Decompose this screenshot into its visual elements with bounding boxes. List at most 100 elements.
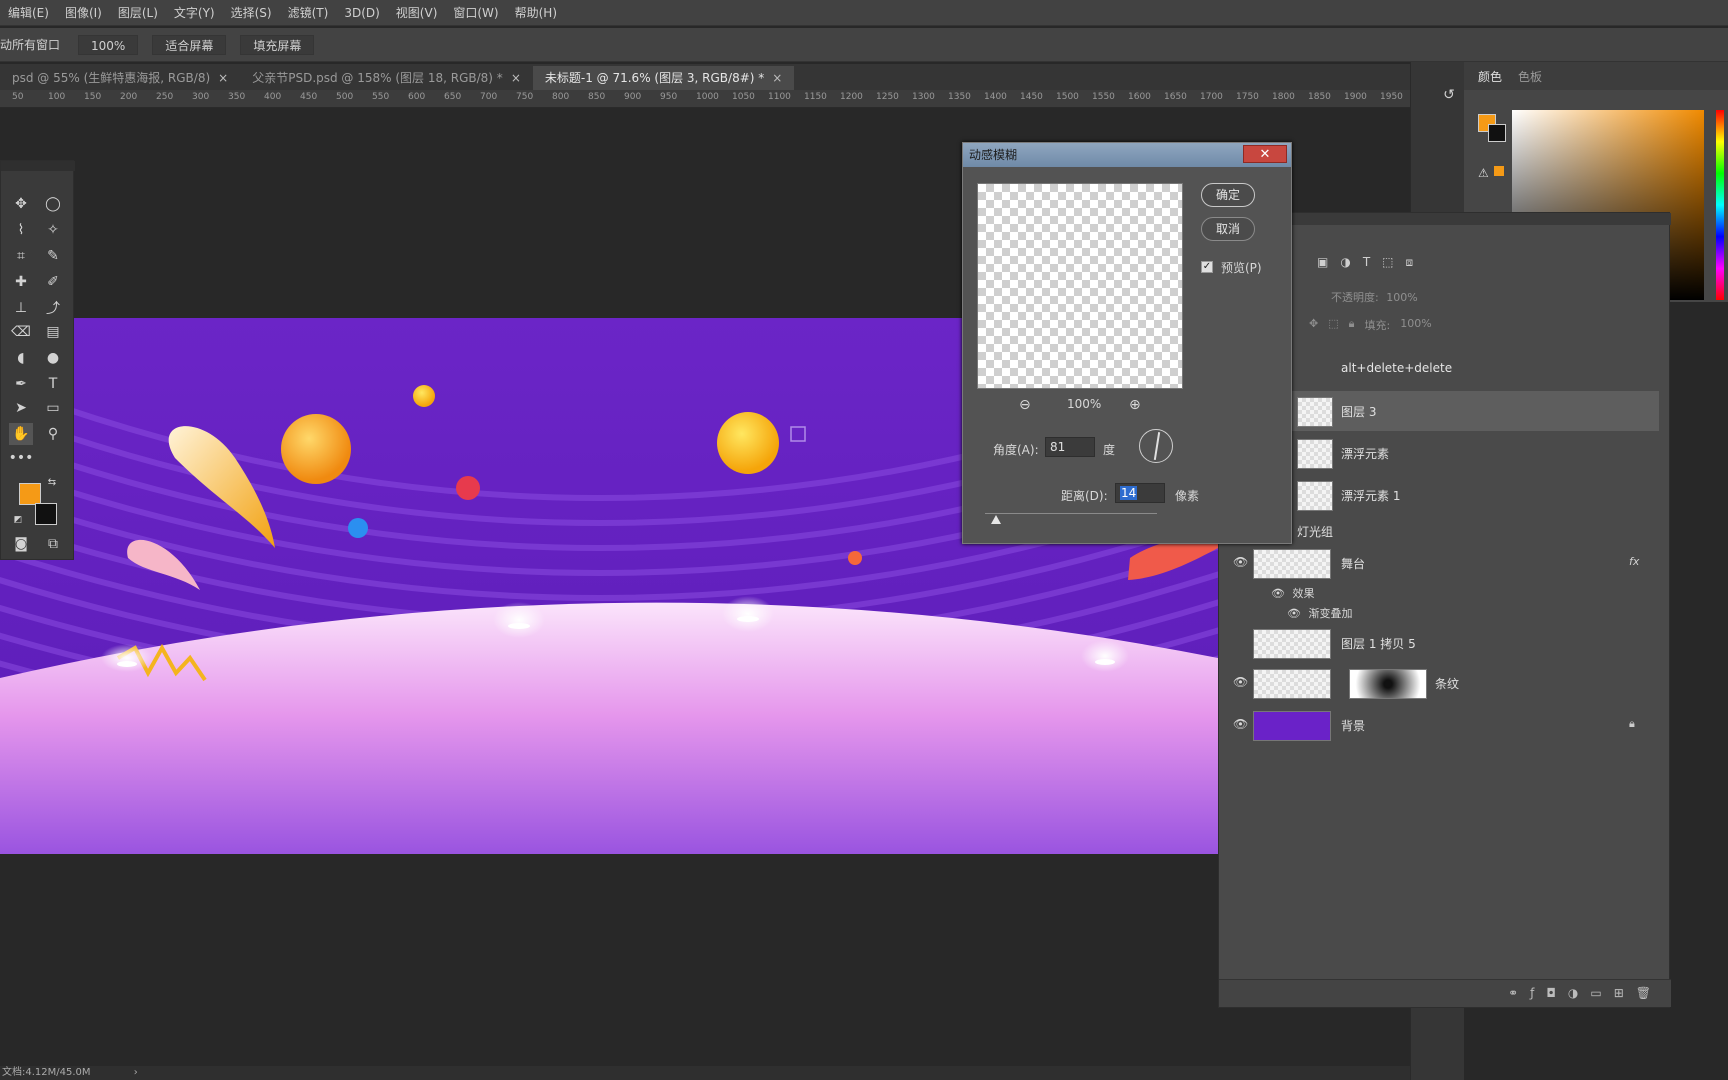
hue-slider[interactable] <box>1716 110 1724 300</box>
dodge-tool-icon[interactable]: ● <box>41 347 65 369</box>
pen-tool-icon[interactable]: ✒ <box>9 373 33 395</box>
layer-row-stripes[interactable]: 👁︎ 条纹 <box>1219 663 1659 703</box>
dialog-close-button[interactable]: ✕ <box>1243 145 1287 163</box>
new-layer-icon[interactable]: ⊞ <box>1614 986 1624 1000</box>
menu-select[interactable]: 选择(S) <box>223 4 280 21</box>
zoom-in-icon[interactable]: ⊕ <box>1129 397 1141 413</box>
close-icon[interactable]: × <box>772 71 782 85</box>
add-mask-icon[interactable]: ◘ <box>1546 986 1556 1000</box>
clone-stamp-icon[interactable]: ⊥ <box>9 297 33 319</box>
type-filter-icon[interactable]: T <box>1363 255 1370 270</box>
opacity-value[interactable]: 100% <box>1386 291 1417 304</box>
quick-mask-icon[interactable]: ◙ <box>9 533 33 555</box>
zoom-tool-icon[interactable]: ⚲ <box>41 423 65 445</box>
tab-document-1[interactable]: psd @ 55% (生鲜特惠海报, RGB/8) × <box>0 66 240 90</box>
brush-tool-icon[interactable]: ✐ <box>41 271 65 293</box>
shape-filter-icon[interactable]: ⬚ <box>1382 255 1393 270</box>
magic-wand-icon[interactable]: ✧ <box>41 219 65 241</box>
close-icon[interactable]: × <box>218 71 228 85</box>
hand-tool-icon[interactable]: ✋ <box>9 423 33 445</box>
blur-tool-icon[interactable]: ◖ <box>9 347 33 369</box>
zoom-out-icon[interactable]: ⊖ <box>1019 397 1031 413</box>
distance-slider-thumb[interactable] <box>991 515 1001 524</box>
cancel-button[interactable]: 取消 <box>1201 217 1255 241</box>
adjustment-filter-icon[interactable]: ◑ <box>1340 255 1350 270</box>
layer-row-background[interactable]: 👁︎ 背景 🔒︎ <box>1219 705 1659 745</box>
gradient-overlay-eye-icon[interactable]: 👁︎ <box>1287 607 1301 620</box>
add-style-icon[interactable]: ƒ <box>1530 986 1534 1000</box>
lock-all-icon[interactable]: 🔒︎ <box>1349 317 1355 333</box>
foreground-color-swatch[interactable] <box>19 483 41 505</box>
history-brush-icon[interactable]: ⤴ <box>41 297 65 319</box>
history-panel-icon[interactable]: ↺ <box>1437 84 1461 106</box>
fill-screen-button[interactable]: 填充屏幕 <box>240 34 315 55</box>
crop-tool-icon[interactable]: ⌗ <box>9 245 33 267</box>
visibility-eye-icon[interactable]: 👁︎ <box>1233 717 1248 731</box>
move-tool-icon[interactable]: ✥ <box>9 193 33 215</box>
menu-3d[interactable]: 3D(D) <box>336 6 387 20</box>
default-colors-icon[interactable]: ◩ <box>11 513 25 527</box>
visibility-eye-icon[interactable]: 👁︎ <box>1233 555 1248 569</box>
status-menu-arrow[interactable]: › <box>134 1067 138 1078</box>
close-icon[interactable]: × <box>511 71 521 85</box>
layer-row-copy5[interactable]: 图层 1 拷贝 5 <box>1219 623 1659 663</box>
visibility-eye-icon[interactable]: 👁︎ <box>1233 675 1248 689</box>
ok-button[interactable]: 确定 <box>1201 183 1255 207</box>
zoom-100-button[interactable]: 100% <box>78 34 139 55</box>
light-group-label[interactable]: 灯光组 <box>1297 523 1333 540</box>
menu-view[interactable]: 视图(V) <box>388 4 446 21</box>
menu-layer[interactable]: 图层(L) <box>110 4 166 21</box>
menu-edit[interactable]: 编辑(E) <box>0 4 57 21</box>
angle-input[interactable]: 81 <box>1045 437 1095 457</box>
menu-window[interactable]: 窗口(W) <box>445 4 506 21</box>
background-color-swatch[interactable] <box>35 503 57 525</box>
screen-mode-icon[interactable]: ⧉ <box>41 533 65 555</box>
menu-filter[interactable]: 滤镜(T) <box>280 4 337 21</box>
gradient-overlay-row[interactable]: 👁︎ 渐变叠加 <box>1287 605 1352 621</box>
gamut-swatch[interactable] <box>1494 166 1504 176</box>
fill-value[interactable]: 100% <box>1400 317 1431 333</box>
tab-document-2[interactable]: 父亲节PSD.psd @ 158% (图层 18, RGB/8) * × <box>240 66 533 90</box>
eraser-tool-icon[interactable]: ⌫ <box>9 321 33 343</box>
distance-slider-track[interactable] <box>985 513 1157 514</box>
effects-eye-icon[interactable]: 👁︎ <box>1271 587 1285 600</box>
healing-brush-icon[interactable]: ✚ <box>9 271 33 293</box>
bg-color-chip[interactable] <box>1488 124 1506 142</box>
fx-icon[interactable]: fx <box>1629 555 1639 568</box>
scroll-all-windows-checkbox[interactable]: 动所有窗口 <box>0 35 64 55</box>
swap-colors-icon[interactable]: ⇆ <box>45 475 59 489</box>
blur-preview[interactable] <box>977 183 1183 389</box>
menu-image[interactable]: 图像(I) <box>57 4 110 21</box>
lasso-tool-icon[interactable]: ⌇ <box>9 219 33 241</box>
lock-artboard-icon[interactable]: ⬚ <box>1328 317 1338 333</box>
angle-dial[interactable] <box>1139 429 1173 463</box>
image-filter-icon[interactable]: ▣ <box>1317 255 1328 270</box>
eyedropper-icon[interactable]: ✎ <box>41 245 65 267</box>
new-adjustment-icon[interactable]: ◑ <box>1568 986 1578 1000</box>
dialog-title[interactable]: 动感模糊 <box>963 143 1291 167</box>
shape-tool-icon[interactable]: ▭ <box>41 397 65 419</box>
distance-input[interactable]: 14 <box>1115 483 1165 503</box>
menu-type[interactable]: 文字(Y) <box>166 4 223 21</box>
path-selection-icon[interactable]: ➤ <box>9 397 33 419</box>
type-tool-icon[interactable]: T <box>41 373 65 395</box>
horizontal-ruler[interactable]: 50 100 150 200 250 300 350 400 450 500 550 600 650 70… <box>0 90 1410 108</box>
tools-panel-header[interactable] <box>1 161 75 171</box>
preview-checkbox[interactable]: ✓ <box>1201 261 1213 273</box>
lock-position-icon[interactable]: ✥ <box>1309 317 1318 333</box>
tab-swatches[interactable]: 色板 <box>1518 68 1542 85</box>
smart-object-filter-icon[interactable]: ⧈ <box>1406 255 1414 270</box>
layer-mask-thumbnail[interactable] <box>1349 669 1427 699</box>
effects-row[interactable]: 👁︎ 效果 <box>1271 585 1314 601</box>
gradient-tool-icon[interactable]: ▤ <box>41 321 65 343</box>
new-group-icon[interactable]: ▭ <box>1590 986 1601 1000</box>
link-layers-icon[interactable]: ⚭ <box>1508 986 1518 1000</box>
tab-color[interactable]: 颜色 <box>1478 68 1502 85</box>
menu-help[interactable]: 帮助(H) <box>507 4 565 21</box>
more-tools-icon[interactable]: ••• <box>9 447 34 469</box>
tab-document-3[interactable]: 未标题-1 @ 71.6% (图层 3, RGB/8#) * × <box>532 66 795 90</box>
delete-layer-icon[interactable]: 🗑︎ <box>1636 986 1651 1000</box>
layer-row-stage[interactable]: 👁︎ 舞台 fx <box>1219 543 1659 583</box>
fit-screen-button[interactable]: 适合屏幕 <box>152 34 227 55</box>
ellipse-marquee-icon[interactable]: ◯ <box>41 193 65 215</box>
